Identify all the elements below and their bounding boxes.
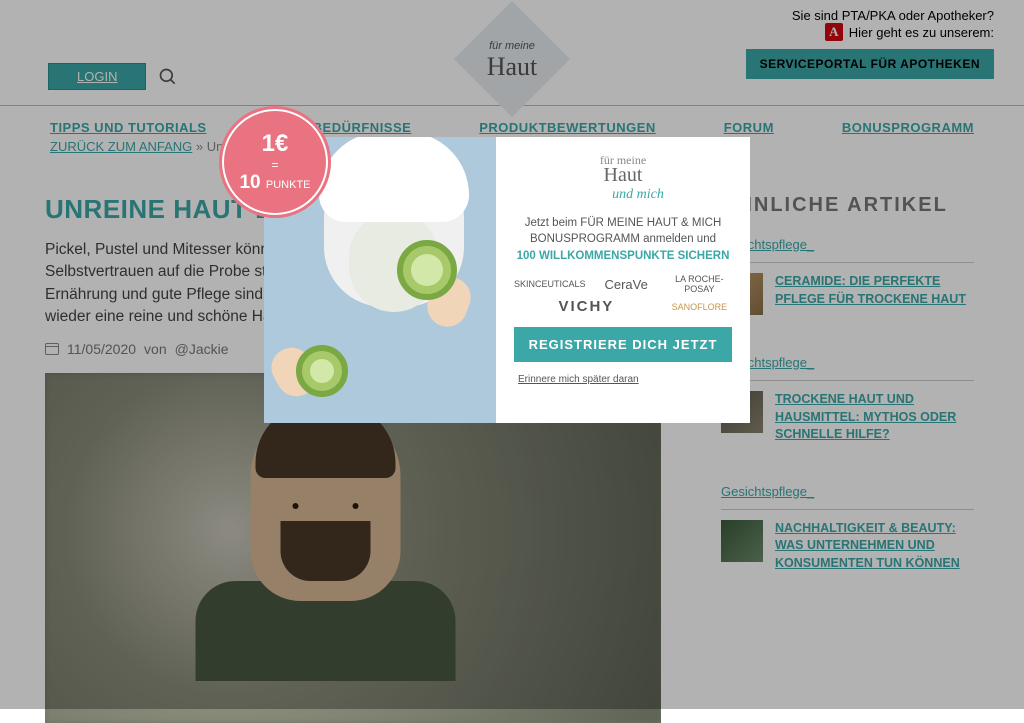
modal-logo: für meine Haut und mich (514, 153, 732, 203)
remind-later-link[interactable]: Erinnere mich später daran (518, 374, 732, 385)
modal-subhead: 100 WILLKOMMENSPUNKTE SICHERN (514, 250, 732, 262)
bonus-modal: für meine Haut und mich Jetzt beim FÜR M… (264, 137, 750, 423)
modal-headline: Jetzt beim FÜR MEINE HAUT & MICH BONUSPR… (514, 215, 732, 247)
brand-logos: SKINCEUTICALS CeraVe LA ROCHE-POSAY VICH… (514, 274, 732, 315)
register-button[interactable]: REGISTRIERE DICH JETZT (514, 327, 732, 362)
points-badge: 1€ = 10 PUNKTE (222, 109, 328, 215)
